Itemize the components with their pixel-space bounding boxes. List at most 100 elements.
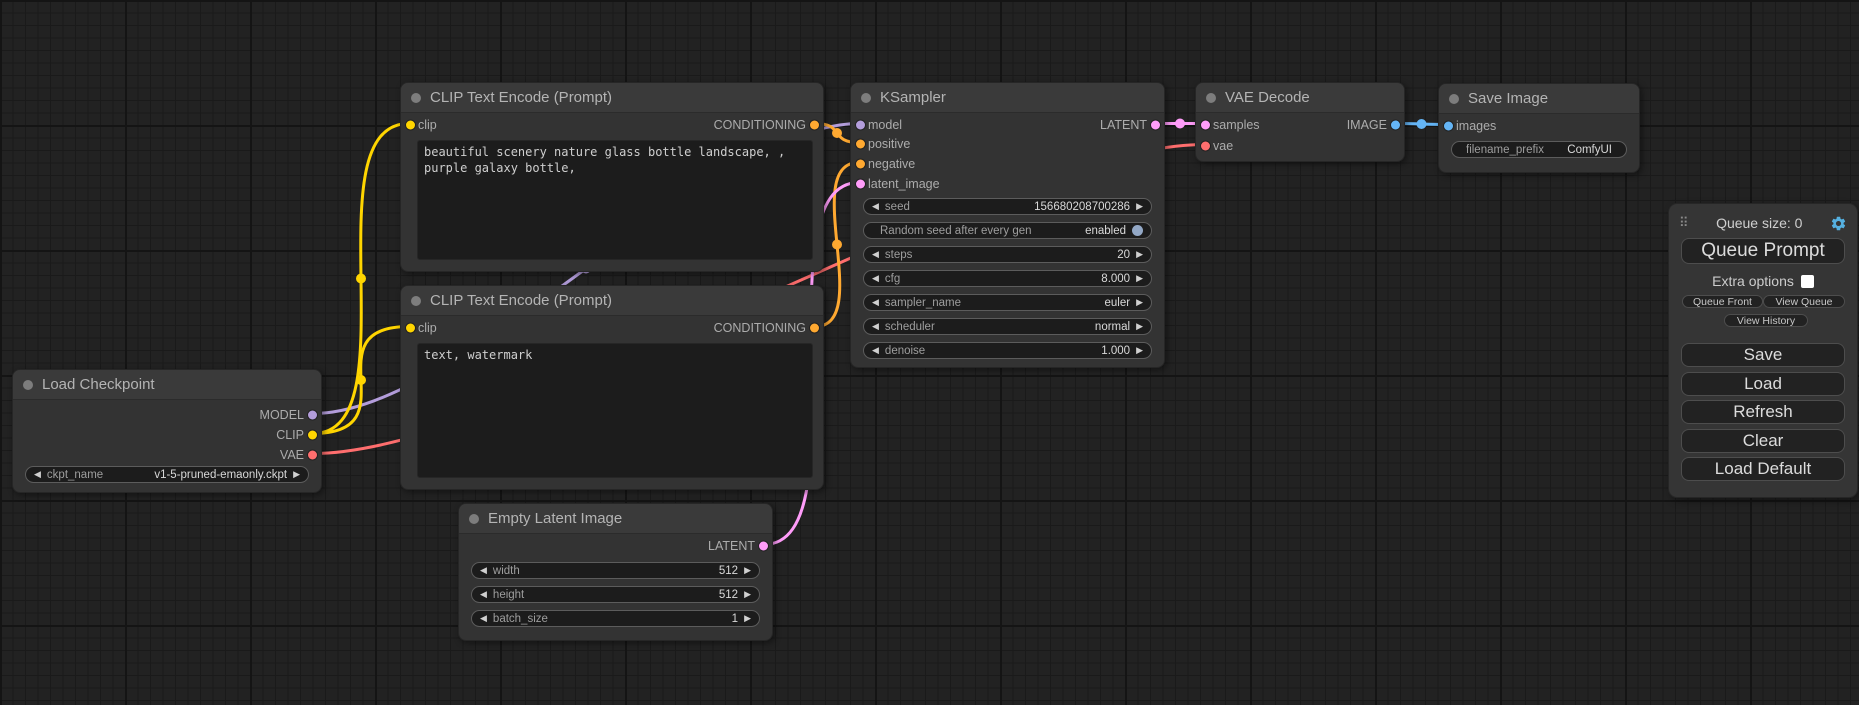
queue-prompt-button[interactable]: Queue Prompt: [1681, 238, 1845, 264]
refresh-button[interactable]: Refresh: [1681, 400, 1845, 424]
latent-image-input-port[interactable]: [856, 179, 865, 188]
node-title-bar[interactable]: Load Checkpoint: [13, 370, 321, 400]
output-row: CLIP: [13, 425, 321, 444]
queue-panel-header: ⠿ Queue size: 0: [1679, 214, 1847, 232]
increment-icon[interactable]: ▶: [1136, 202, 1143, 211]
image-output-port[interactable]: [1391, 120, 1400, 129]
vae-input-label: vae: [1213, 139, 1233, 153]
increment-icon[interactable]: ▶: [1136, 322, 1143, 331]
output-row: MODEL: [13, 405, 321, 424]
collapse-icon[interactable]: [1206, 93, 1216, 103]
boolean-toggle-icon[interactable]: [1132, 225, 1143, 236]
node-empty-latent-image[interactable]: Empty Latent Image LATENT ◀ width 512 ▶ …: [458, 503, 773, 641]
node-title-bar[interactable]: Empty Latent Image: [459, 504, 772, 534]
batch-size-widget[interactable]: ◀ batch_size 1 ▶: [471, 610, 760, 627]
settings-gear-icon[interactable]: [1830, 215, 1847, 232]
ckpt-name-widget[interactable]: ◀ ckpt_name v1-5-pruned-emaonly.ckpt ▶: [25, 466, 309, 483]
node-title-bar[interactable]: CLIP Text Encode (Prompt): [401, 83, 823, 113]
model-output-label: MODEL: [260, 408, 304, 422]
sampler-name-widget[interactable]: ◀ sampler_name euler ▶: [863, 294, 1152, 311]
node-ksampler[interactable]: KSampler model LATENT positive negative …: [850, 82, 1165, 368]
load-button[interactable]: Load: [1681, 372, 1845, 396]
clip-output-port[interactable]: [308, 430, 317, 439]
collapse-icon[interactable]: [1449, 94, 1459, 104]
images-input-port[interactable]: [1444, 121, 1453, 130]
samples-input-port[interactable]: [1201, 120, 1210, 129]
conditioning-output-port[interactable]: [810, 120, 819, 129]
height-widget[interactable]: ◀ height 512 ▶: [471, 586, 760, 603]
collapse-icon[interactable]: [411, 296, 421, 306]
clip-input-port[interactable]: [406, 120, 415, 129]
vae-output-port[interactable]: [308, 450, 317, 459]
cfg-widget[interactable]: ◀ cfg 8.000 ▶: [863, 270, 1152, 287]
node-title-bar[interactable]: KSampler: [851, 83, 1164, 113]
conditioning-output-port[interactable]: [810, 323, 819, 332]
widget-label: width: [493, 565, 520, 577]
increment-icon[interactable]: ▶: [1136, 346, 1143, 355]
node-load-checkpoint[interactable]: Load Checkpoint MODEL CLIP VAE ◀ ckpt_na…: [12, 369, 322, 493]
clear-button[interactable]: Clear: [1681, 429, 1845, 453]
view-queue-button[interactable]: View Queue: [1763, 295, 1845, 308]
drag-handle-icon[interactable]: ⠿: [1679, 215, 1689, 231]
decrement-icon[interactable]: ◀: [480, 590, 487, 599]
node-title-bar[interactable]: VAE Decode: [1196, 83, 1404, 113]
decrement-icon[interactable]: ◀: [34, 470, 41, 479]
node-clip-text-encode-negative[interactable]: CLIP Text Encode (Prompt) clip CONDITION…: [400, 285, 824, 490]
decrement-icon[interactable]: ◀: [872, 298, 879, 307]
decrement-icon[interactable]: ◀: [872, 322, 879, 331]
filename-prefix-widget[interactable]: filename_prefix ComfyUI: [1451, 141, 1627, 158]
negative-input-port[interactable]: [856, 159, 865, 168]
decrement-icon[interactable]: ◀: [480, 566, 487, 575]
model-input-port[interactable]: [856, 120, 865, 129]
seed-widget[interactable]: ◀ seed 156680208700286 ▶: [863, 198, 1152, 215]
increment-icon[interactable]: ▶: [744, 614, 751, 623]
slot-row: negative: [851, 154, 1164, 173]
positive-prompt-textarea[interactable]: beautiful scenery nature glass bottle la…: [417, 140, 813, 260]
node-title-bar[interactable]: Save Image: [1439, 84, 1639, 114]
decrement-icon[interactable]: ◀: [872, 274, 879, 283]
load-default-button[interactable]: Load Default: [1681, 457, 1845, 481]
scheduler-widget[interactable]: ◀ scheduler normal ▶: [863, 318, 1152, 335]
denoise-widget[interactable]: ◀ denoise 1.000 ▶: [863, 342, 1152, 359]
positive-input-port[interactable]: [856, 139, 865, 148]
negative-input-label: negative: [868, 157, 915, 171]
widget-value: 512: [719, 589, 738, 601]
widget-label: steps: [885, 249, 913, 261]
collapse-icon[interactable]: [23, 380, 33, 390]
slot-row: model LATENT: [851, 115, 1164, 134]
collapse-icon[interactable]: [469, 514, 479, 524]
node-clip-text-encode-positive[interactable]: CLIP Text Encode (Prompt) clip CONDITION…: [400, 82, 824, 272]
decrement-icon[interactable]: ◀: [872, 250, 879, 259]
save-button[interactable]: Save: [1681, 343, 1845, 367]
clip-input-port[interactable]: [406, 323, 415, 332]
node-vae-decode[interactable]: VAE Decode samples IMAGE vae: [1195, 82, 1405, 162]
decrement-icon[interactable]: ◀: [872, 202, 879, 211]
random-seed-widget[interactable]: Random seed after every gen enabled: [863, 222, 1152, 239]
negative-prompt-textarea[interactable]: text, watermark: [417, 343, 813, 478]
increment-icon[interactable]: ▶: [744, 566, 751, 575]
collapse-icon[interactable]: [411, 93, 421, 103]
node-title-bar[interactable]: CLIP Text Encode (Prompt): [401, 286, 823, 316]
decrement-icon[interactable]: ◀: [480, 614, 487, 623]
widget-value: 156680208700286: [1034, 201, 1130, 213]
increment-icon[interactable]: ▶: [293, 470, 300, 479]
latent-output-port[interactable]: [759, 541, 768, 550]
collapse-icon[interactable]: [861, 93, 871, 103]
increment-icon[interactable]: ▶: [744, 590, 751, 599]
samples-input-label: samples: [1213, 118, 1260, 132]
increment-icon[interactable]: ▶: [1136, 250, 1143, 259]
queue-front-button[interactable]: Queue Front: [1682, 295, 1763, 308]
latent-output-port[interactable]: [1151, 120, 1160, 129]
decrement-icon[interactable]: ◀: [872, 346, 879, 355]
width-widget[interactable]: ◀ width 512 ▶: [471, 562, 760, 579]
node-title: Save Image: [1468, 90, 1548, 107]
model-output-port[interactable]: [308, 410, 317, 419]
increment-icon[interactable]: ▶: [1136, 298, 1143, 307]
conditioning-output-label: CONDITIONING: [714, 118, 806, 132]
vae-input-port[interactable]: [1201, 141, 1210, 150]
extra-options-checkbox[interactable]: [1801, 275, 1814, 288]
steps-widget[interactable]: ◀ steps 20 ▶: [863, 246, 1152, 263]
node-save-image[interactable]: Save Image images filename_prefix ComfyU…: [1438, 83, 1640, 173]
increment-icon[interactable]: ▶: [1136, 274, 1143, 283]
view-history-button[interactable]: View History: [1724, 314, 1808, 327]
